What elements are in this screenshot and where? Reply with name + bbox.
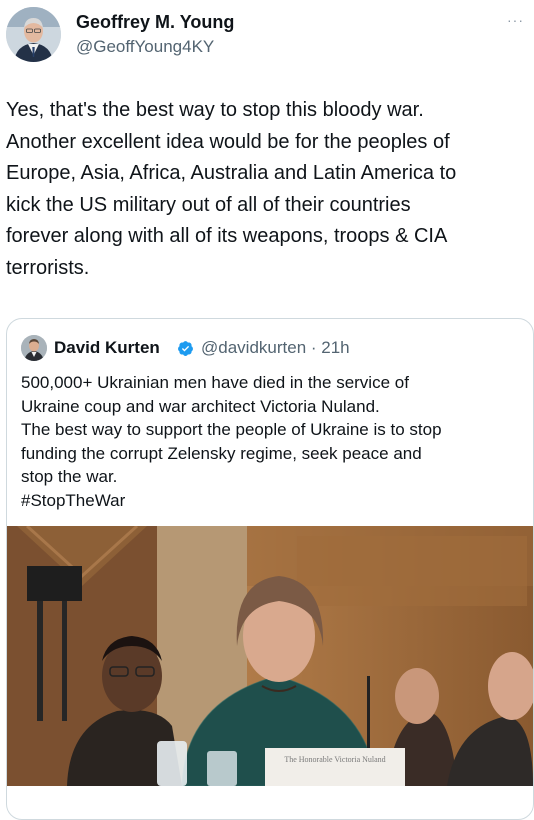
tweet-line: Yes, that's the best way to stop this bl… [6,99,424,121]
tweet-line: Europe, Asia, Africa, Australia and Lati… [6,162,457,184]
quoted-handle-and-time[interactable]: @davidkurten · 21h [201,338,350,358]
author-avatar[interactable] [6,7,61,62]
quoted-tweet-text: 500,000+ Ukrainian men have died in the … [21,371,526,513]
quoted-line: The best way to support the people of Uk… [21,420,442,440]
quoted-hashtag[interactable]: #StopTheWar [21,489,526,513]
quoted-line: funding the corrupt Zelensky regime, see… [21,443,422,463]
quoted-line: Ukraine coup and war architect Victoria … [21,396,380,416]
quoted-avatar-image [21,335,47,361]
tweet-line: Another excellent idea would be for the … [6,130,450,153]
more-options-icon[interactable]: ··· [507,12,524,28]
tweet-line: forever along with all of its weapons, t… [6,225,448,247]
author-avatar-image [6,7,61,62]
verified-badge-icon [178,341,193,356]
author-display-name[interactable]: Geoffrey M. Young [76,12,234,33]
quoted-line: 500,000+ Ukrainian men have died in the … [21,373,409,392]
tweet-line: terrorists. [6,256,90,279]
quoted-author-avatar[interactable] [21,335,47,361]
quoted-tweet[interactable]: David Kurten @davidkurten · 21h 500,000+… [6,318,534,820]
tweet-text: Yes, that's the best way to stop this bl… [6,95,526,284]
quoted-author-name[interactable]: David Kurten [54,338,160,358]
nameplate-text: The Honorable Victoria Nuland [284,755,385,764]
quoted-line: stop the war. [21,467,118,487]
quoted-tweet-photo[interactable]: The Honorable Victoria Nuland [7,526,533,786]
author-handle[interactable]: @GeoffYoung4KY [76,37,214,57]
tweet-line: kick the US military out of all of their… [6,193,411,216]
